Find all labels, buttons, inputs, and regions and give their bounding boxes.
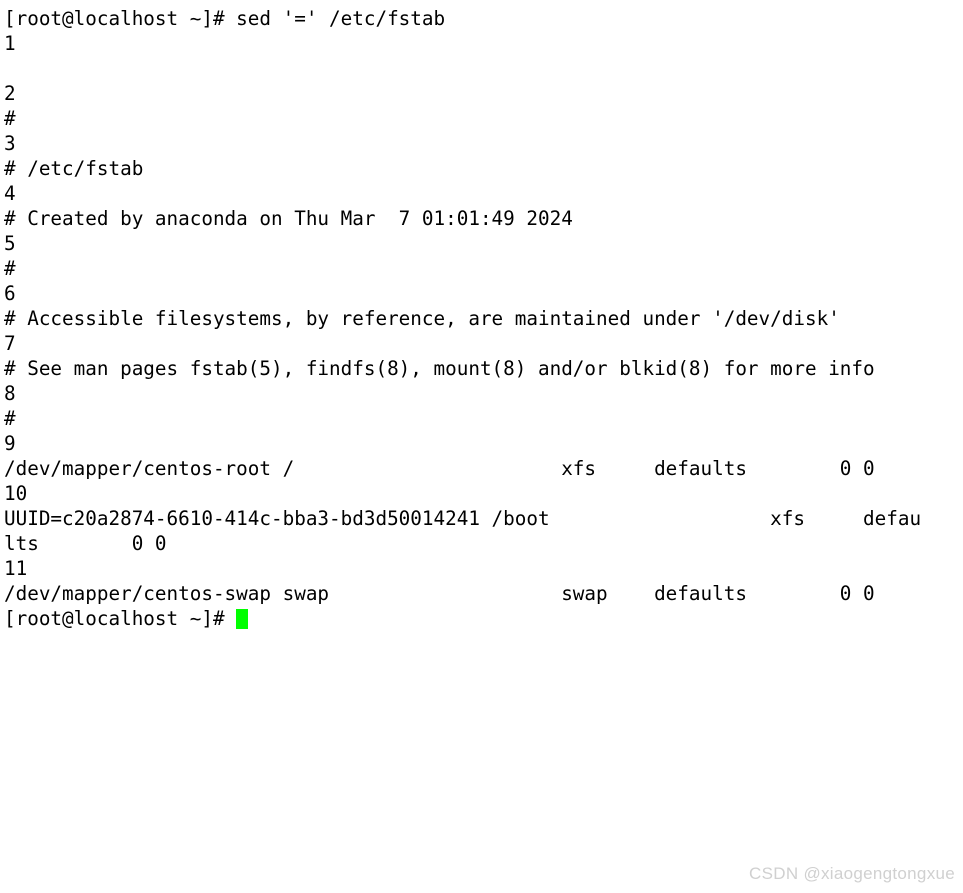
terminal-line: /dev/mapper/centos-swap swap swap defaul… — [4, 582, 875, 605]
terminal-output: [root@localhost ~]# sed '=' /etc/fstab 1 … — [4, 6, 963, 631]
terminal-line: 4 — [4, 182, 16, 205]
terminal-line: # See man pages fstab(5), findfs(8), mou… — [4, 357, 875, 380]
terminal-line: 3 — [4, 132, 16, 155]
terminal-window[interactable]: [root@localhost ~]# sed '=' /etc/fstab 1 … — [0, 0, 963, 893]
terminal-line: 7 — [4, 332, 16, 355]
terminal-prompt-line[interactable]: [root@localhost ~]# — [4, 606, 963, 631]
terminal-line: 1 — [4, 32, 16, 55]
terminal-line: 9 — [4, 432, 16, 455]
terminal-line: # Accessible filesystems, by reference, … — [4, 307, 840, 330]
terminal-line: 6 — [4, 282, 16, 305]
terminal-line: # — [4, 107, 16, 130]
terminal-line: 2 — [4, 82, 16, 105]
terminal-line: 11 — [4, 557, 28, 580]
terminal-line: # — [4, 407, 16, 430]
terminal-line: 8 — [4, 382, 16, 405]
terminal-line: /dev/mapper/centos-root / xfs defaults 0… — [4, 457, 875, 480]
terminal-line: lts 0 0 — [4, 532, 167, 555]
terminal-line: # Created by anaconda on Thu Mar 7 01:01… — [4, 207, 573, 230]
terminal-line: 5 — [4, 232, 16, 255]
watermark: CSDN @xiaogengtongxue — [749, 864, 955, 883]
terminal-line: # /etc/fstab — [4, 157, 144, 180]
terminal-line: # — [4, 257, 16, 280]
terminal-line: UUID=c20a2874-6610-414c-bba3-bd3d5001424… — [4, 507, 922, 530]
shell-prompt: [root@localhost ~]# — [4, 607, 237, 630]
terminal-line: 10 — [4, 482, 28, 505]
text-cursor — [236, 609, 249, 629]
terminal-line: [root@localhost ~]# sed '=' /etc/fstab — [4, 7, 446, 30]
